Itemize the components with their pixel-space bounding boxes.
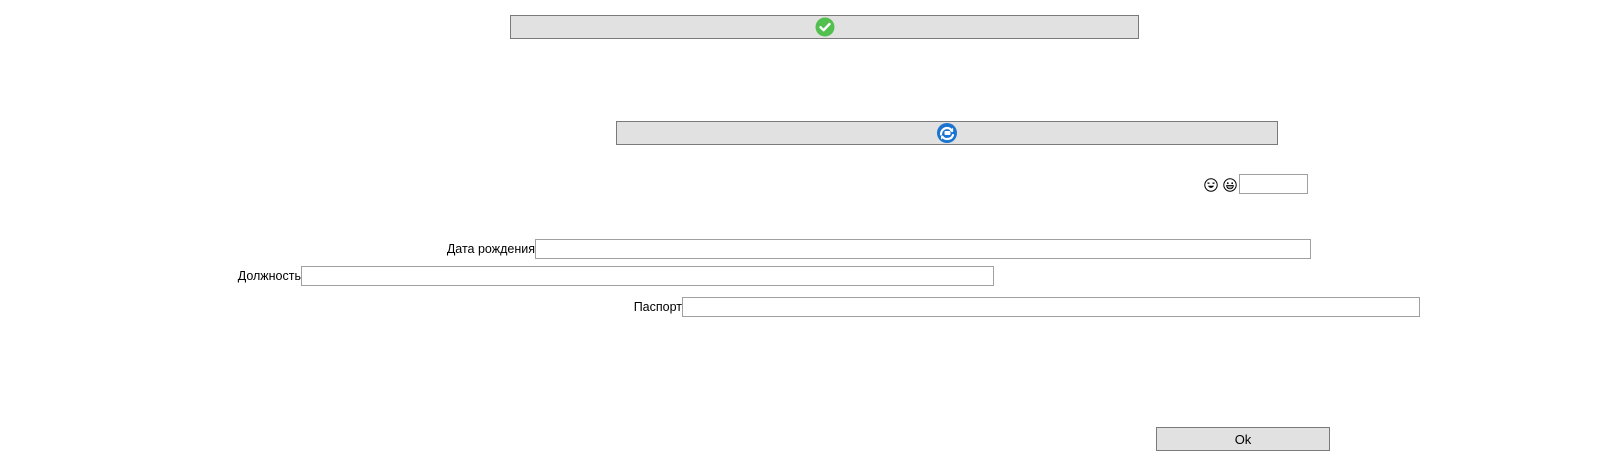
check-circle-icon [815,17,835,37]
birth-date-field[interactable] [535,239,1311,259]
position-field[interactable] [301,266,994,286]
grinning-emoji-icon [1223,178,1237,192]
refresh-icon-button[interactable] [616,121,1278,145]
refresh-icon [936,122,958,144]
passport-label: Паспорт [633,300,682,314]
passport-field[interactable] [682,297,1420,317]
ok-button-label: Ok [1234,431,1252,447]
confirm-icon-button[interactable] [510,15,1139,39]
small-text-input[interactable] [1239,174,1308,194]
birth-date-label: Дата рождения [446,242,535,256]
ok-button[interactable]: Ok [1156,427,1330,451]
position-label: Должность [237,269,301,283]
laughing-emoji-icon [1204,178,1218,192]
